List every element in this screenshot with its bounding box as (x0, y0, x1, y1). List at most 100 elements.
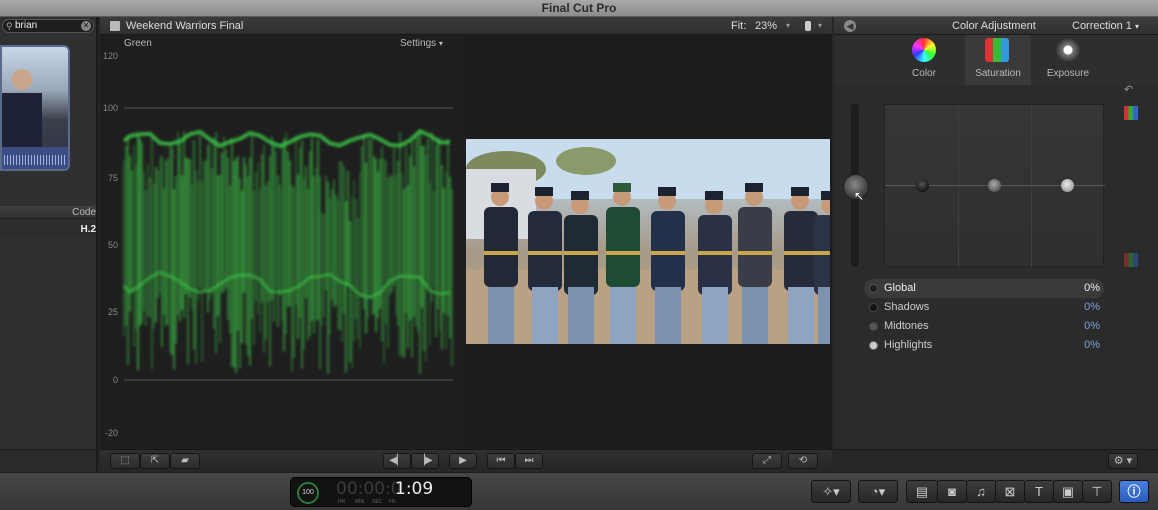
timecode-value: 1:09 (395, 479, 434, 499)
video-figure (738, 183, 772, 344)
global-swatch-icon (869, 284, 878, 293)
clip-thumbnail[interactable] (0, 45, 70, 171)
saturation-board[interactable] (884, 104, 1105, 268)
video-figure (606, 183, 640, 344)
control-value[interactable]: 0% (1084, 317, 1100, 336)
inspector-header: ◀ Color Adjustment Correction 1 ▾ (834, 17, 1158, 35)
audio-waveform (2, 147, 68, 169)
distort-button[interactable]: ▰ (170, 453, 200, 469)
step-forward-icon: ▕▶ (417, 455, 433, 466)
final-cut-pro-window: Final Cut Pro ⚲ brian ✕ Code H.2 Weekend… (0, 0, 1158, 510)
highlights-puck[interactable] (1061, 179, 1074, 192)
transform-button[interactable]: ⇱ (140, 453, 170, 469)
play-icon: ▶ (459, 455, 467, 466)
previous-frame-button[interactable]: ◀▏ (383, 453, 411, 469)
list-item[interactable]: H.2 (0, 222, 96, 238)
go-to-start-button[interactable]: ⏮ (487, 453, 515, 469)
action-menu-button[interactable]: ⚙ ▾ (1108, 453, 1138, 469)
video-figure (784, 187, 818, 344)
generators-browser-button[interactable]: ▣ (1053, 480, 1083, 503)
volume-icon[interactable] (805, 21, 811, 31)
list-item-codec: H.2 (80, 224, 96, 235)
back-arrow-icon[interactable]: ◀ (844, 20, 856, 32)
dashboard[interactable]: 100 00:00:0 1:09 HR MIN SEC FR (290, 477, 472, 507)
chevron-down-icon[interactable]: ▾ (818, 17, 822, 35)
loop-button[interactable]: ⟲ (788, 453, 818, 469)
titles-browser-button[interactable]: T (1024, 480, 1054, 503)
control-row-global[interactable]: Global 0% (864, 279, 1104, 298)
enhancements-button[interactable]: ✧▾ (811, 480, 851, 503)
rgb-channels-icon[interactable] (1124, 106, 1138, 120)
correction-label: Correction 1 (1072, 20, 1132, 32)
control-row-shadows[interactable]: Shadows 0% (864, 298, 1104, 317)
board-divider (958, 105, 959, 268)
control-value[interactable]: 0% (1084, 336, 1100, 355)
next-frame-button[interactable]: ▕▶ (411, 453, 439, 469)
step-back-icon: ◀▏ (389, 455, 405, 466)
clear-search-icon[interactable]: ✕ (81, 21, 91, 31)
fullscreen-button[interactable]: ⤢ (752, 453, 782, 469)
video-figure (651, 187, 685, 344)
tab-saturation[interactable]: Saturation (965, 35, 1031, 85)
retime-button[interactable]: ◔▾ (858, 480, 898, 503)
control-row-midtones[interactable]: Midtones 0% (864, 317, 1104, 336)
scope-tick-label: 50 (108, 240, 118, 250)
tab-color[interactable]: Color (894, 35, 954, 85)
play-button[interactable]: ▶ (449, 453, 477, 469)
scope-tick-label: 120 (103, 51, 118, 61)
scope-tick-label: 25 (108, 307, 118, 317)
midtones-swatch-icon (869, 322, 878, 331)
info-icon: ⓘ (1127, 484, 1141, 499)
control-row-highlights[interactable]: Highlights 0% (864, 336, 1104, 355)
correction-popup[interactable]: Correction 1 ▾ (1072, 17, 1139, 36)
show-scopes-button[interactable]: ⬚ (110, 453, 140, 469)
project-title: Weekend Warriors Final (126, 20, 244, 32)
browser-search-field[interactable]: ⚲ brian ✕ (2, 19, 94, 33)
inspector-bottom-bar: ⚙ ▾ (834, 449, 1158, 472)
themes-browser-button[interactable]: ⊤ (1082, 480, 1112, 503)
chevron-down-icon: ▾ (438, 39, 443, 48)
midtones-puck[interactable] (988, 179, 1001, 192)
chevron-down-icon[interactable]: ▾ (786, 17, 790, 35)
shadows-puck[interactable] (916, 179, 929, 192)
effects-browser-button[interactable]: ▤ (906, 480, 938, 503)
scope-channel-label: Green (124, 38, 152, 49)
mouse-pointer-icon: ↖ (854, 189, 865, 203)
control-value[interactable]: 0% (1084, 298, 1100, 317)
tab-exposure[interactable]: Exposure (1038, 35, 1098, 85)
viewer-header: Weekend Warriors Final Fit: 23% ▾ ▾ (100, 17, 832, 35)
tab-exposure-label: Exposure (1046, 68, 1090, 79)
inspector-button[interactable]: ⓘ (1119, 480, 1149, 503)
list-column-header[interactable]: Code (0, 206, 96, 219)
go-to-end-button[interactable]: ⏭ (515, 453, 543, 469)
music-browser-button[interactable]: ♫ (966, 480, 996, 503)
scope-tick-labels: 120 100 75 50 25 0 -20 (103, 51, 118, 438)
title-text-icon: T (1035, 484, 1043, 499)
control-value[interactable]: 0% (1084, 279, 1100, 298)
scopes-icon: ⬚ (120, 455, 130, 466)
background-tasks-indicator[interactable]: 100 (297, 482, 319, 504)
progress-percent: 100 (302, 489, 314, 496)
zoom-fit-popup[interactable]: 23% (755, 17, 777, 35)
rgb-channels-icon[interactable] (1124, 253, 1138, 267)
thumbnail-image (2, 57, 42, 147)
video-frame (466, 139, 830, 344)
distort-icon: ▰ (181, 455, 189, 466)
skip-forward-icon: ⏭ (524, 455, 534, 466)
color-board-inspector: ◀ Color Adjustment Correction 1 ▾ Color … (834, 17, 1158, 472)
transform-icon: ⇱ (150, 455, 160, 466)
generators-icon: ▣ (1061, 484, 1075, 499)
app-title: Final Cut Pro (541, 1, 617, 15)
scope-settings-menu[interactable]: Settings ▾ (400, 38, 443, 49)
scope-tick-label: 75 (108, 173, 118, 183)
reset-icon[interactable]: ↶ (1124, 83, 1133, 96)
waveform-scope: 120 100 75 50 25 0 -20 Green Settings ▾ (100, 36, 466, 448)
column-header-codec: Code (72, 207, 96, 218)
transitions-browser-button[interactable]: ⊠ (995, 480, 1025, 503)
unit-fr: FR (389, 499, 396, 505)
photos-browser-button[interactable]: ◙ (937, 480, 967, 503)
board-divider (1031, 105, 1032, 268)
gear-icon: ⚙ ▾ (1113, 455, 1133, 467)
video-canvas[interactable] (466, 36, 832, 448)
camera-icon: ◙ (948, 484, 956, 499)
